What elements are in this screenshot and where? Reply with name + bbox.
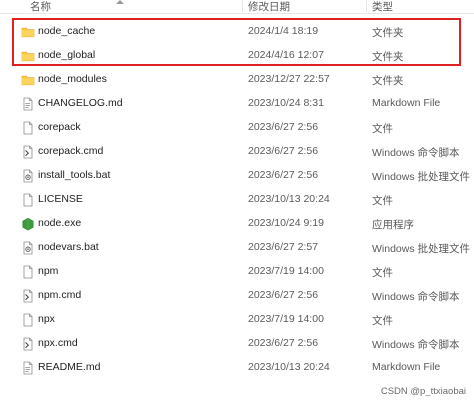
file-type: Windows 批处理文件 (372, 171, 471, 183)
file-modified-date: 2023/10/13 20:24 (248, 361, 330, 373)
file-name: npm.cmd (38, 289, 82, 301)
file-modified-date: 2023/6/27 2:56 (248, 289, 319, 301)
file-modified-date: 2023/6/27 2:56 (248, 121, 319, 133)
file-name: npx.cmd (38, 337, 78, 349)
column-header-date[interactable]: 修改日期 (248, 0, 290, 14)
file-modified-date: 2023/7/19 14:00 (248, 313, 324, 325)
file-modified-date: 2023/6/27 2:56 (248, 145, 319, 157)
file-type: 文件夹 (372, 75, 404, 87)
file-row[interactable]: CHANGELOG.md 2023/10/24 8:31 Markdown File (0, 92, 474, 116)
file-icon (21, 313, 35, 327)
file-modified-date: 2023/7/19 14:00 (248, 265, 324, 277)
file-type: 文件夹 (372, 27, 404, 39)
watermark: CSDN @p_ttxiaobai (380, 386, 466, 397)
file-name: nodevars.bat (38, 241, 99, 253)
file-name: CHANGELOG.md (38, 97, 123, 109)
file-row[interactable]: npm.cmd 2023/6/27 2:56 Windows 命令脚本 (0, 284, 474, 308)
column-header-name[interactable]: 名称 (30, 0, 51, 14)
file-list: node_cache 2024/1/4 18:19 文件夹 node_global 20… (0, 20, 474, 380)
column-header-bar: 名称 修改日期 类型 (0, 0, 474, 14)
file-type: 文件 (372, 315, 393, 327)
file-type: Windows 命令脚本 (372, 339, 460, 351)
file-modified-date: 2023/12/27 22:57 (248, 73, 330, 85)
file-row[interactable]: node_cache 2024/1/4 18:19 文件夹 (0, 20, 474, 44)
file-modified-date: 2023/6/27 2:56 (248, 169, 319, 181)
file-name: npx (38, 313, 55, 325)
file-name: LICENSE (38, 193, 83, 205)
file-modified-date: 2023/10/13 20:24 (248, 193, 330, 205)
file-type: Windows 命令脚本 (372, 147, 460, 159)
file-row[interactable]: nodevars.bat 2023/6/27 2:57 Windows 批处理文件 (0, 236, 474, 260)
file-row[interactable]: corepack 2023/6/27 2:56 文件 (0, 116, 474, 140)
file-row[interactable]: npx 2023/7/19 14:00 文件 (0, 308, 474, 332)
file-type: 文件 (372, 267, 393, 279)
file-name: install_tools.bat (38, 169, 111, 181)
file-name: corepack.cmd (38, 145, 104, 157)
file-row[interactable]: npm 2023/7/19 14:00 文件 (0, 260, 474, 284)
file-type: Markdown File (372, 361, 441, 373)
file-name: npm (38, 265, 59, 277)
column-header-type[interactable]: 类型 (372, 0, 393, 14)
file-row[interactable]: install_tools.bat 2023/6/27 2:56 Windows 批… (0, 164, 474, 188)
file-name: node_global (38, 49, 96, 61)
file-type: Windows 批处理文件 (372, 243, 471, 255)
batch-file-icon (21, 241, 35, 255)
folder-icon (21, 25, 35, 39)
file-type: 文件 (372, 123, 393, 135)
folder-icon (21, 49, 35, 63)
file-type: 应用程序 (372, 219, 414, 231)
file-row[interactable]: LICENSE 2023/10/13 20:24 文件 (0, 188, 474, 212)
column-divider[interactable] (242, 0, 243, 12)
file-type: 文件夹 (372, 51, 404, 63)
batch-file-icon (21, 169, 35, 183)
file-name: corepack (38, 121, 81, 133)
file-icon (21, 121, 35, 135)
file-name: node_cache (38, 25, 96, 37)
markdown-file-icon (21, 361, 35, 375)
file-modified-date: 2024/1/4 18:19 (248, 25, 319, 37)
cmd-script-icon (21, 337, 35, 351)
node-exe-icon (21, 217, 35, 231)
file-icon (21, 193, 35, 207)
file-row[interactable]: node_global 2024/4/16 12:07 文件夹 (0, 44, 474, 68)
file-type: Windows 命令脚本 (372, 291, 460, 303)
file-row[interactable]: README.md 2023/10/13 20:24 Markdown File (0, 356, 474, 380)
file-modified-date: 2023/6/27 2:56 (248, 337, 319, 349)
file-modified-date: 2023/10/24 9:19 (248, 217, 324, 229)
file-type: Markdown File (372, 97, 441, 109)
file-row[interactable]: npx.cmd 2023/6/27 2:56 Windows 命令脚本 (0, 332, 474, 356)
cmd-script-icon (21, 289, 35, 303)
file-row[interactable]: corepack.cmd 2023/6/27 2:56 Windows 命令脚本 (0, 140, 474, 164)
column-divider[interactable] (366, 0, 367, 12)
file-name: README.md (38, 361, 101, 373)
cmd-script-icon (21, 145, 35, 159)
file-row[interactable]: node.exe 2023/10/24 9:19 应用程序 (0, 212, 474, 236)
file-modified-date: 2024/4/16 12:07 (248, 49, 324, 61)
file-modified-date: 2023/10/24 8:31 (248, 97, 324, 109)
markdown-file-icon (21, 97, 35, 111)
file-name: node_modules (38, 73, 107, 85)
folder-icon (21, 73, 35, 87)
sort-caret-icon[interactable] (116, 0, 124, 4)
file-type: 文件 (372, 195, 393, 207)
file-name: node.exe (38, 217, 82, 229)
file-icon (21, 265, 35, 279)
file-modified-date: 2023/6/27 2:57 (248, 241, 319, 253)
file-row[interactable]: node_modules 2023/12/27 22:57 文件夹 (0, 68, 474, 92)
